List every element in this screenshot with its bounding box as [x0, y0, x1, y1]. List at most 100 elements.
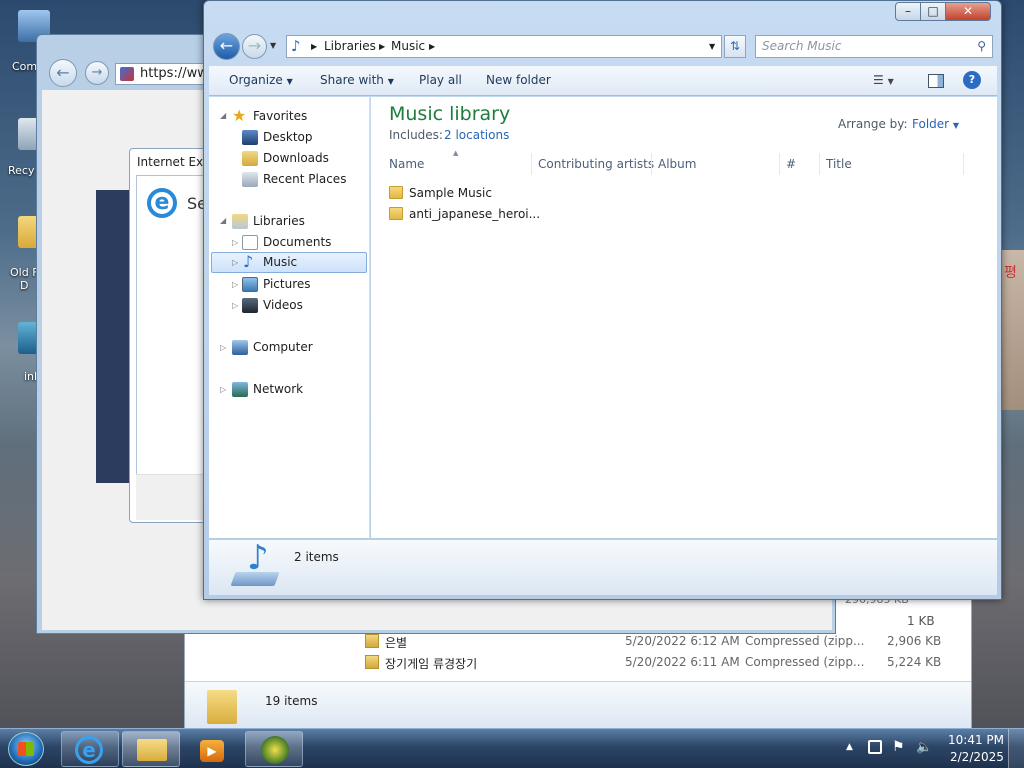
- command-bar: Organize ▼ Share with ▼ Play all New fol…: [209, 66, 997, 96]
- expand-arrow-icon[interactable]: ▷: [232, 232, 238, 253]
- back-button[interactable]: ←: [49, 59, 77, 87]
- nav-label: Favorites: [253, 109, 308, 123]
- column-separator: [819, 153, 820, 175]
- clock-date[interactable]: 2/2/2025: [950, 750, 1004, 764]
- nav-label: Desktop: [263, 130, 313, 144]
- downloads-folder-icon: [242, 151, 258, 166]
- organize-label: Organize: [229, 73, 283, 87]
- back-button[interactable]: ←: [213, 33, 240, 60]
- nav-label: Videos: [263, 298, 303, 312]
- flag-icon[interactable]: ⚑: [892, 739, 905, 755]
- view-options-icon[interactable]: ☰ ▼: [873, 73, 894, 87]
- file-size: 2,906 KB: [887, 634, 942, 648]
- breadcrumb-separator: ▶: [379, 42, 386, 51]
- recent-pages-dropdown[interactable]: ▼: [270, 41, 276, 50]
- chevron-down-icon[interactable]: ▼: [709, 36, 715, 57]
- desktop-icon-label: Recy: [8, 164, 35, 177]
- column-header-number[interactable]: #: [786, 157, 796, 171]
- file-date: 5/20/2022 6:12 AM: [625, 634, 740, 648]
- libraries-icon: [232, 214, 248, 229]
- computer-icon: [232, 340, 248, 355]
- file-size: 5,224 KB: [887, 655, 942, 669]
- clock-time[interactable]: 10:41 PM: [948, 733, 1004, 747]
- taskbar-internet-explorer[interactable]: e: [61, 731, 119, 767]
- expand-arrow-icon[interactable]: ▷: [232, 252, 238, 273]
- chevron-down-icon: ▼: [286, 77, 293, 86]
- refresh-button[interactable]: ⇅: [724, 35, 746, 58]
- wallpaper-sign: 평: [1004, 265, 1017, 281]
- show-hidden-icons[interactable]: ▲: [846, 742, 853, 752]
- volume-muted-icon[interactable]: 🔈: [916, 740, 932, 755]
- new-folder-button[interactable]: New folder: [486, 73, 551, 87]
- nav-label: Downloads: [263, 151, 329, 165]
- music-library-icon: ♪: [230, 538, 280, 588]
- taskbar-windows-explorer[interactable]: [122, 731, 180, 767]
- breadcrumb-music[interactable]: Music: [391, 36, 425, 57]
- list-item[interactable]: anti_japanese_heroi...: [389, 204, 540, 224]
- search-icon: ⚲: [977, 39, 986, 53]
- action-center-icon[interactable]: [868, 740, 882, 754]
- nav-music[interactable]: ▷ ♪ Music: [211, 252, 367, 273]
- expand-arrow-icon[interactable]: ▷: [232, 274, 238, 295]
- search-input[interactable]: Search Music ⚲: [755, 35, 993, 58]
- includes-locations-link[interactable]: 2 locations: [444, 128, 509, 142]
- column-header-album[interactable]: Album: [658, 157, 696, 171]
- nav-label: Documents: [263, 235, 332, 249]
- library-title: Music library: [389, 103, 511, 125]
- star-icon: ★: [232, 106, 247, 125]
- breadcrumb[interactable]: ♪ ▶ Libraries ▶ Music ▶ ▼: [286, 35, 722, 58]
- recent-places-icon: [242, 172, 258, 187]
- chevron-down-icon: ▼: [952, 121, 960, 130]
- item-count: 2 items: [294, 550, 339, 564]
- taskbar-media-player[interactable]: ▶: [183, 731, 241, 767]
- close-button[interactable]: ✕: [945, 2, 991, 21]
- size-cell: 1 KB: [907, 614, 935, 628]
- play-all-button[interactable]: Play all: [419, 73, 462, 87]
- desktop-icon-label: Old F D: [10, 266, 39, 292]
- arrange-by-dropdown[interactable]: Folder ▼: [912, 117, 959, 131]
- preview-pane-icon[interactable]: [928, 74, 944, 88]
- folder-icon: [137, 739, 167, 761]
- file-row[interactable]: 은별 5/20/2022 6:12 AM Compressed (zipp...…: [365, 632, 965, 652]
- zip-icon: [365, 634, 379, 648]
- file-row[interactable]: 장기게임 류경장기 5/20/2022 6:11 AM Compressed (…: [365, 653, 965, 673]
- organize-button[interactable]: Organize ▼: [229, 73, 293, 87]
- desktop-icon: [242, 130, 258, 145]
- nav-label: Computer: [253, 340, 313, 354]
- column-separator: [963, 153, 964, 175]
- arrange-by-label: Arrange by:: [838, 117, 908, 131]
- file-name: 은별: [385, 636, 408, 650]
- collapse-arrow-icon[interactable]: ◢: [220, 210, 226, 231]
- share-with-button[interactable]: Share with ▼: [320, 73, 394, 87]
- list-item[interactable]: Sample Music: [389, 183, 492, 203]
- show-desktop-button[interactable]: [1008, 729, 1024, 768]
- expand-arrow-icon[interactable]: ▷: [232, 295, 238, 316]
- arrange-by-value: Folder: [912, 117, 950, 131]
- item-count: 19 items: [265, 694, 318, 708]
- nav-label: Network: [253, 382, 304, 396]
- column-header-name[interactable]: Name: [389, 157, 424, 171]
- column-separator: [531, 153, 532, 175]
- app-icon: [261, 736, 289, 764]
- search-placeholder: Search Music: [762, 39, 842, 53]
- file-list-pane: Music library Includes: 2 locations Arra…: [371, 97, 997, 538]
- collapse-arrow-icon[interactable]: ◢: [220, 105, 226, 126]
- file-name: Sample Music: [409, 186, 492, 200]
- column-header-contributing-artists[interactable]: Contributing artists: [538, 157, 654, 171]
- includes-label: Includes:: [389, 128, 443, 142]
- maximize-button[interactable]: □: [920, 2, 946, 21]
- share-with-label: Share with: [320, 73, 384, 87]
- minimize-button[interactable]: –: [895, 2, 921, 21]
- forward-button[interactable]: →: [85, 61, 109, 85]
- taskbar-app[interactable]: [245, 731, 303, 767]
- chevron-down-icon: ▼: [387, 77, 394, 86]
- help-icon[interactable]: ?: [963, 71, 981, 89]
- expand-arrow-icon[interactable]: ▷: [220, 337, 226, 358]
- column-header-title[interactable]: Title: [826, 157, 852, 171]
- expand-arrow-icon[interactable]: ▷: [220, 379, 226, 400]
- forward-button[interactable]: →: [242, 34, 267, 59]
- windows-logo-icon: [18, 742, 34, 756]
- breadcrumb-libraries[interactable]: Libraries: [324, 36, 376, 57]
- desktop-icon-label: Com: [12, 60, 38, 73]
- media-player-icon: ▶: [200, 740, 224, 762]
